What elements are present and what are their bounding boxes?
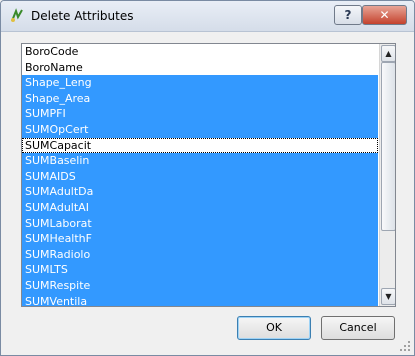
list-item[interactable]: SUMOpCert bbox=[22, 121, 378, 138]
list-item[interactable]: SUMAIDS bbox=[22, 168, 378, 185]
list-item[interactable]: SUMAdultAI bbox=[22, 199, 378, 216]
list-item[interactable]: SUMVentila bbox=[22, 293, 378, 306]
list-item[interactable]: SUMLaborat bbox=[22, 215, 378, 232]
scroll-thumb[interactable] bbox=[381, 62, 395, 231]
delete-attributes-dialog: Delete Attributes ? ✕ BoroCode BoroName Sh… bbox=[0, 0, 415, 356]
list-item[interactable]: SUMRespite bbox=[22, 277, 378, 294]
list-item[interactable]: SUMBaselin bbox=[22, 153, 378, 169]
list-item[interactable]: BoroName bbox=[22, 60, 378, 76]
list-item[interactable]: SUMAdultDa bbox=[22, 184, 378, 200]
list-item[interactable]: SUMRadiolo bbox=[22, 246, 378, 263]
list-item[interactable]: SUMCapacit bbox=[22, 137, 378, 154]
title-bar[interactable]: Delete Attributes ? ✕ bbox=[1, 1, 414, 32]
scroll-down-button[interactable]: ▼ bbox=[381, 288, 395, 305]
attribute-list[interactable]: BoroCode BoroName Shape_Leng Shape_Area SUMP… bbox=[21, 43, 396, 307]
list-item[interactable]: BoroCode bbox=[22, 44, 378, 60]
list-item[interactable]: SUMLTS bbox=[22, 262, 378, 278]
list-item[interactable]: SUMHealthF bbox=[22, 231, 378, 247]
scroll-up-button[interactable]: ▲ bbox=[381, 45, 395, 62]
app-icon bbox=[11, 8, 23, 22]
ok-button[interactable]: OK bbox=[237, 316, 311, 340]
resize-grip-icon[interactable] bbox=[400, 341, 411, 352]
list-item[interactable]: Shape_Leng bbox=[22, 75, 378, 91]
vertical-scrollbar[interactable]: ▲ ▼ bbox=[379, 44, 395, 306]
help-button[interactable]: ? bbox=[334, 5, 362, 25]
list-item[interactable]: Shape_Area bbox=[22, 90, 378, 107]
cancel-button[interactable]: Cancel bbox=[321, 316, 395, 340]
list-item[interactable]: SUMPFI bbox=[22, 106, 378, 122]
dialog-title: Delete Attributes bbox=[31, 9, 134, 23]
attribute-rows: BoroCode BoroName Shape_Leng Shape_Area SUMP… bbox=[22, 44, 378, 306]
close-button[interactable]: ✕ bbox=[362, 5, 407, 25]
